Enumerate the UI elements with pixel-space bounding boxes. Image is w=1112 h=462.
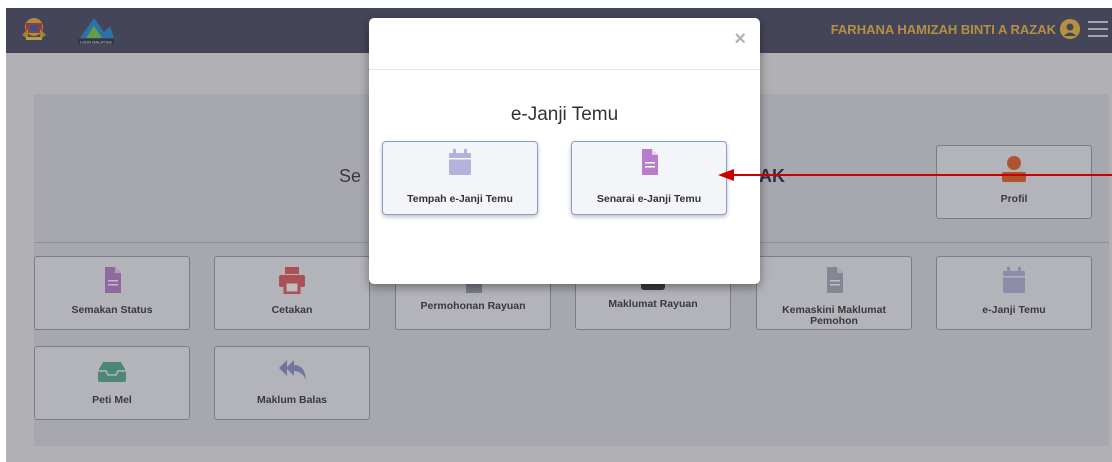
e-janji-temu-modal: × e-Janji Temu Tempah e-Janji Temu Senar…	[369, 18, 760, 284]
senarai-e-janji-temu-button[interactable]: Senarai e-Janji Temu	[571, 141, 727, 215]
annotation-arrow-icon	[718, 169, 1112, 181]
tempah-e-janji-temu-label: Tempah e-Janji Temu	[407, 193, 513, 205]
modal-title: e-Janji Temu	[510, 104, 619, 125]
calendar-icon	[449, 149, 471, 175]
modal-header: ×	[369, 18, 760, 70]
tempah-e-janji-temu-button[interactable]: Tempah e-Janji Temu	[382, 141, 538, 215]
senarai-e-janji-temu-label: Senarai e-Janji Temu	[596, 193, 702, 205]
file-icon	[642, 149, 658, 175]
close-icon[interactable]: ×	[734, 28, 746, 51]
app-frame: LHDN MALAYSIA FARHANA HAMIZAH BINTI A RA…	[6, 8, 1112, 462]
